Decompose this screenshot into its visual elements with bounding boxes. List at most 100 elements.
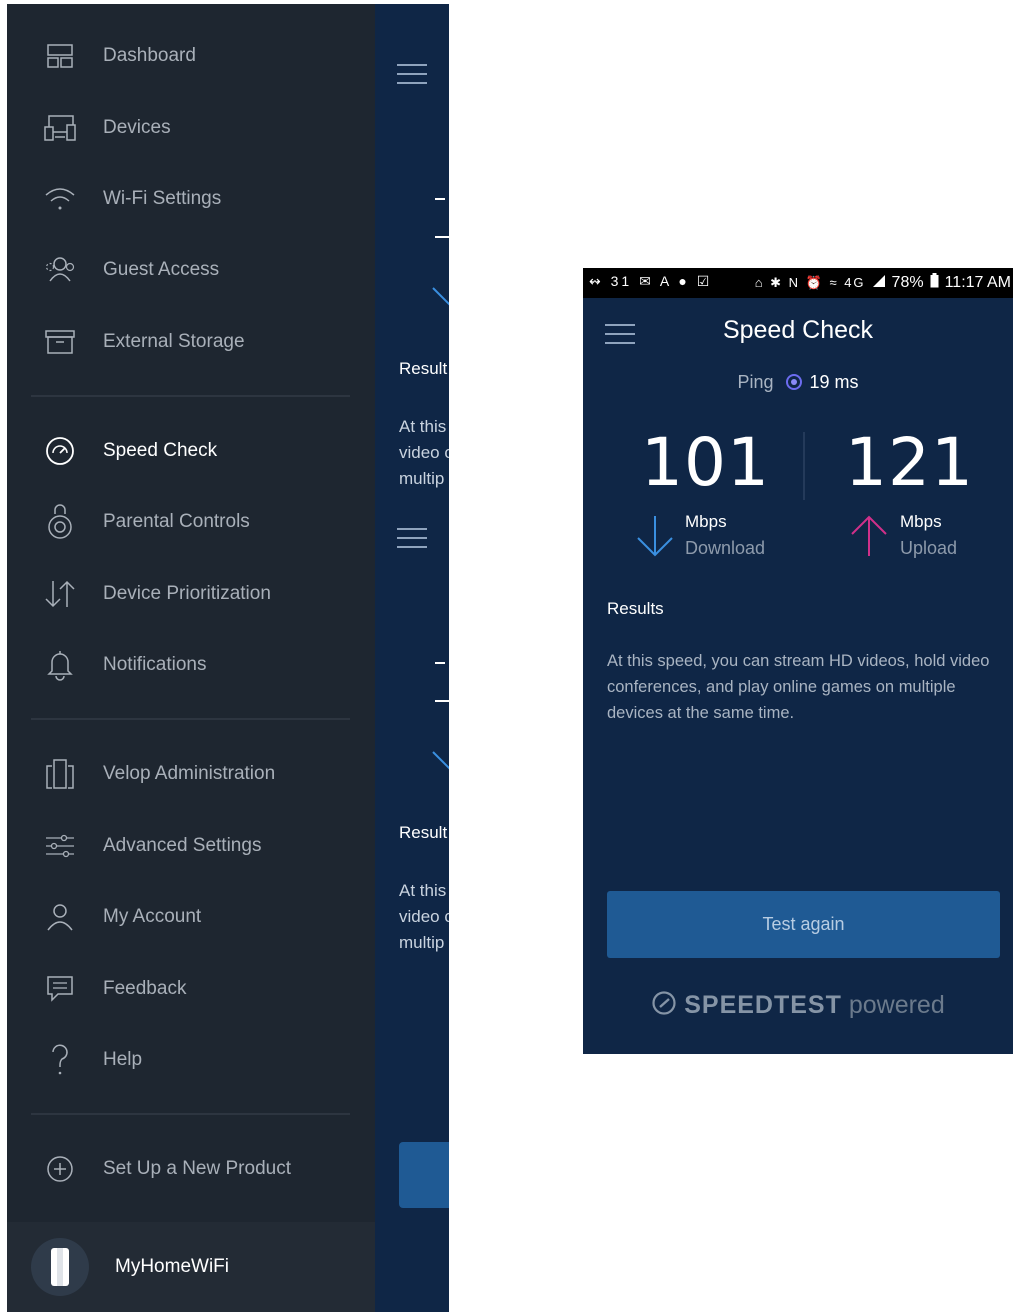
background-results-line: At this xyxy=(399,417,447,436)
background-results-label: Result xyxy=(399,359,448,378)
nav-item-speed-check[interactable]: Speed Check xyxy=(7,423,375,479)
nav-divider xyxy=(31,1113,350,1115)
navigation-drawer: Dashboard Devices Wi-Fi Settings Guest A… xyxy=(7,4,375,1312)
ping-value: 19 ms xyxy=(809,372,859,392)
nav-item-label: Devices xyxy=(103,117,171,138)
results-description: At this speed, you can stream HD videos,… xyxy=(607,652,990,722)
nav-item-label: My Account xyxy=(103,906,202,927)
nav-item-devices[interactable]: Devices xyxy=(7,100,375,156)
nav-item-advanced-settings[interactable]: Advanced Settings xyxy=(7,818,375,874)
left-phone-screen: Result At this video c multip Result At … xyxy=(7,4,449,1312)
nav-item-label: Help xyxy=(103,1049,143,1070)
nav-divider xyxy=(31,718,350,720)
help-icon xyxy=(43,1043,77,1077)
wifi-icon xyxy=(43,182,77,216)
download-arrow-icon xyxy=(637,516,673,557)
speedtest-brand-bold: SPEEDTEST xyxy=(684,991,842,1019)
nav-item-notifications[interactable]: Notifications xyxy=(7,637,375,693)
ping-label: Ping xyxy=(737,372,774,392)
user-icon xyxy=(43,900,77,934)
prioritization-icon xyxy=(43,577,77,611)
nav-item-label: Feedback xyxy=(103,978,187,999)
nav-item-label: Parental Controls xyxy=(103,511,250,532)
background-speed-digit xyxy=(435,236,449,238)
background-speed-digit xyxy=(435,700,449,702)
network-switcher[interactable]: MyHomeWiFi xyxy=(7,1222,375,1312)
notification-icons: ↭ 31 ✉ A ● ☑ xyxy=(589,273,713,289)
nav-item-wifi-settings[interactable]: Wi-Fi Settings xyxy=(7,171,375,227)
nav-item-label: Velop Administration xyxy=(103,763,276,784)
signal-icon xyxy=(872,274,886,293)
nav-item-feedback[interactable]: Feedback xyxy=(7,961,375,1017)
background-download-arrow-icon xyxy=(432,751,449,770)
upload-speed-value: 121 xyxy=(845,424,974,501)
devices-icon xyxy=(43,111,77,145)
nav-item-parental-controls[interactable]: Parental Controls xyxy=(7,494,375,550)
upload-caption: Upload xyxy=(900,538,958,558)
nav-item-label: Speed Check xyxy=(103,440,218,461)
upload-unit: Mbps xyxy=(900,512,942,531)
status-bar: ↭ 31 ✉ A ● ☑ ⌂ ✱ N ⏰ ≈ 4G 78% 11:17 AM xyxy=(583,268,1013,298)
nav-item-label: Notifications xyxy=(103,654,207,675)
background-download-arrow-icon xyxy=(432,287,449,306)
background-results-line: video c xyxy=(399,907,449,926)
right-phone-screen: ↭ 31 ✉ A ● ☑ ⌂ ✱ N ⏰ ≈ 4G 78% 11:17 AM S… xyxy=(583,268,1013,1054)
nav-item-label: Device Prioritization xyxy=(103,583,271,604)
plus-circle-icon xyxy=(43,1152,77,1186)
clock: 11:17 AM xyxy=(944,274,1011,291)
nav-item-device-prioritization[interactable]: Device Prioritization xyxy=(7,566,375,622)
ping-row: Ping 19 ms xyxy=(583,372,1013,393)
background-results-line: multip xyxy=(399,469,445,488)
background-results-label: Result xyxy=(399,823,448,842)
nav-item-help[interactable]: Help xyxy=(7,1032,375,1088)
nav-item-my-account[interactable]: My Account xyxy=(7,889,375,945)
download-caption: Download xyxy=(685,538,766,558)
test-again-button[interactable]: Test again xyxy=(607,891,1000,958)
system-status: ⌂ ✱ N ⏰ ≈ 4G 78% 11:17 AM xyxy=(755,273,1011,293)
download-speed-value: 101 xyxy=(641,424,770,501)
background-test-again-button xyxy=(399,1142,449,1208)
bell-icon xyxy=(43,648,77,682)
nav-item-label: Wi-Fi Settings xyxy=(103,188,222,209)
nav-item-dashboard[interactable]: Dashboard xyxy=(7,28,375,84)
sliders-icon xyxy=(43,829,77,863)
battery-percent: 78% xyxy=(891,274,924,291)
dashboard-icon xyxy=(43,39,77,73)
nav-item-external-storage[interactable]: External Storage xyxy=(7,314,375,370)
guest-icon xyxy=(43,253,77,287)
background-results-line: multip xyxy=(399,933,445,952)
background-speed-digit xyxy=(435,198,445,200)
storage-icon xyxy=(43,325,77,359)
nav-item-label: Guest Access xyxy=(103,259,220,280)
background-menu-icon xyxy=(397,64,427,91)
results-heading: Results xyxy=(607,599,664,618)
velop-admin-icon xyxy=(43,757,77,791)
upload-arrow-icon xyxy=(851,515,887,556)
speedometer-icon xyxy=(652,991,676,1015)
page-title: Speed Check xyxy=(722,316,874,344)
background-results-line: At this xyxy=(399,881,447,900)
nav-item-label: External Storage xyxy=(103,331,245,352)
nav-divider xyxy=(31,395,350,397)
battery-icon xyxy=(930,273,939,293)
background-results-line: video c xyxy=(399,443,449,462)
nav-item-label: Set Up a New Product xyxy=(103,1158,291,1179)
speedtest-brand-light: powered xyxy=(848,991,945,1019)
nav-item-guest-access[interactable]: Guest Access xyxy=(7,242,375,298)
speed-check-icon xyxy=(43,434,77,468)
speed-divider xyxy=(803,432,805,500)
background-speed-digit xyxy=(435,662,445,664)
velop-node-avatar xyxy=(31,1238,89,1296)
download-unit: Mbps xyxy=(685,512,727,531)
nav-item-velop-administration[interactable]: Velop Administration xyxy=(7,746,375,802)
feedback-icon xyxy=(43,972,77,1006)
background-menu-icon xyxy=(397,528,427,555)
system-icons: ⌂ ✱ N ⏰ ≈ 4G xyxy=(754,275,866,290)
ping-indicator-icon xyxy=(785,374,802,390)
speedtest-logo: SPEEDTEST powered xyxy=(583,990,1013,1020)
nav-item-label: Advanced Settings xyxy=(103,835,262,856)
network-name: MyHomeWiFi xyxy=(115,1256,229,1277)
parental-controls-icon xyxy=(43,504,77,539)
nav-item-label: Dashboard xyxy=(103,45,196,66)
nav-item-setup-new-product[interactable]: Set Up a New Product xyxy=(7,1141,375,1197)
